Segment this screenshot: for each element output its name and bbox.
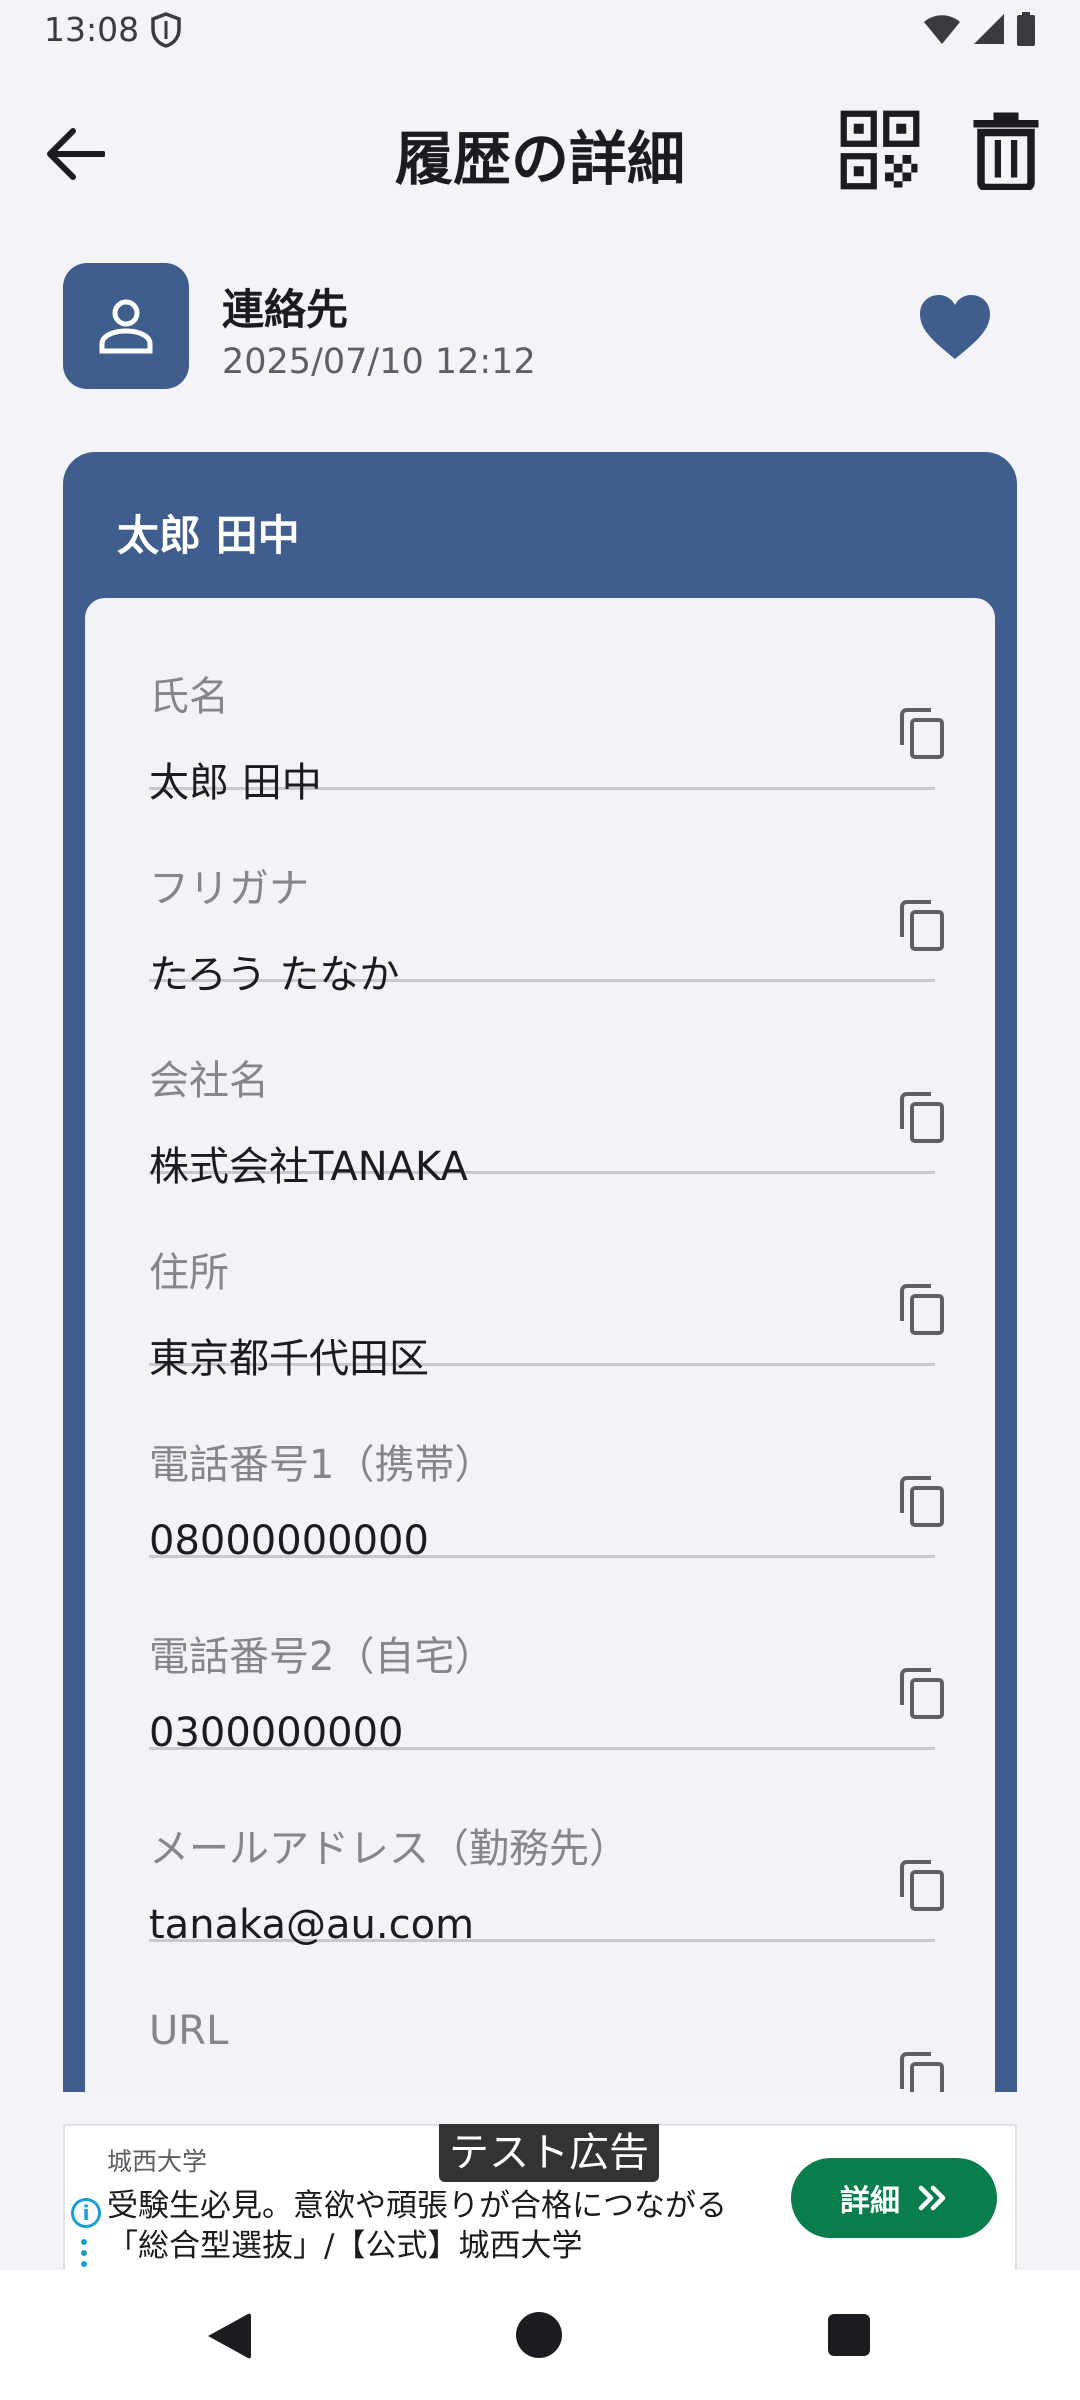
field-name: 氏名 太郎 田中 xyxy=(149,598,935,806)
field-list: 氏名 太郎 田中 フリガナ たろう たなか 会社名 株式会社TANAKA 住所 … xyxy=(85,598,995,2092)
person-icon xyxy=(99,299,153,354)
field-email-work: メールアドレス（勤務先） tanaka@au.com xyxy=(149,1750,935,1948)
qr-code-icon xyxy=(840,110,920,190)
nav-recents-icon[interactable] xyxy=(828,2314,870,2356)
field-label: URL xyxy=(149,2008,229,2054)
copy-button-phone-home[interactable] xyxy=(883,1654,963,1734)
copy-icon xyxy=(900,1092,944,1143)
wifi-icon xyxy=(924,15,960,44)
card-title: 太郎 田中 xyxy=(117,511,300,560)
field-phone-mobile: 電話番号1（携帯） 08000000000 xyxy=(149,1366,935,1564)
qr-code-button[interactable] xyxy=(840,110,920,190)
status-time: 13:08 xyxy=(44,10,140,49)
ad-banner[interactable]: テスト広告 城西大学 受験生必見。意欲や頑張りが合格につながる 「総合型選抜」/… xyxy=(63,2124,1017,2272)
field-label: 会社名 xyxy=(149,1058,269,1104)
shield-icon xyxy=(151,12,181,48)
test-ad-badge: テスト広告 xyxy=(439,2124,659,2182)
more-vert-icon[interactable] xyxy=(81,2238,87,2268)
history-type-label: 連絡先 xyxy=(222,285,349,334)
trash-icon xyxy=(973,112,1039,192)
app-bar: 履歴の詳細 xyxy=(0,90,1080,210)
ad-advertiser: 城西大学 xyxy=(107,2147,208,2176)
field-furigana: フリガナ たろう たなか xyxy=(149,790,935,998)
copy-icon xyxy=(900,900,944,951)
copy-button-name[interactable] xyxy=(883,694,963,774)
ad-info-icon[interactable]: i xyxy=(71,2198,101,2228)
field-label: メールアドレス（勤務先） xyxy=(149,1826,629,1872)
heart-icon xyxy=(920,295,990,359)
ad-description: 「総合型選抜」/【公式】城西大学 xyxy=(107,2228,583,2264)
field-label: 電話番号2（自宅） xyxy=(149,1634,495,1680)
ad-headline: 受験生必見。意欲や頑張りが合格につながる xyxy=(107,2188,727,2224)
favorite-button[interactable] xyxy=(910,282,1000,372)
field-label: 電話番号1（携帯） xyxy=(149,1442,495,1488)
copy-button-phone-mobile[interactable] xyxy=(883,1462,963,1542)
contact-detail-card: 太郎 田中 氏名 太郎 田中 フリガナ たろう たなか 会社名 株式会社TANA… xyxy=(63,452,1017,2092)
contact-type-avatar xyxy=(63,263,189,389)
copy-icon xyxy=(900,708,944,759)
copy-button-company[interactable] xyxy=(883,1078,963,1158)
field-label: 氏名 xyxy=(149,674,229,720)
copy-button-url[interactable] xyxy=(883,2038,963,2092)
status-icons xyxy=(922,12,1036,46)
copy-button-furigana[interactable] xyxy=(883,886,963,966)
back-button[interactable] xyxy=(30,114,120,194)
field-phone-home: 電話番号2（自宅） 0300000000 xyxy=(149,1558,935,1756)
arrow-back-icon xyxy=(47,128,105,180)
field-company: 会社名 株式会社TANAKA xyxy=(149,982,935,1190)
field-label: フリガナ xyxy=(149,866,309,912)
ad-cta-label: 詳細 xyxy=(840,2184,900,2219)
status-bar: 13:08 xyxy=(0,0,1080,64)
copy-icon xyxy=(900,1668,944,1719)
copy-icon xyxy=(900,2052,944,2092)
double-chevron-right-icon xyxy=(918,2185,946,2211)
nav-back-icon[interactable] xyxy=(204,2310,254,2362)
history-date: 2025/07/10 12:12 xyxy=(222,342,536,382)
battery-icon xyxy=(1017,12,1035,46)
system-nav-bar xyxy=(0,2270,1080,2400)
copy-icon xyxy=(900,1860,944,1911)
copy-icon xyxy=(900,1284,944,1335)
copy-button-email-work[interactable] xyxy=(883,1846,963,1926)
field-url: URL xyxy=(149,1942,935,2092)
field-label: 住所 xyxy=(149,1250,229,1296)
nav-home-icon[interactable] xyxy=(516,2312,562,2358)
delete-button[interactable] xyxy=(966,110,1046,192)
copy-button-address[interactable] xyxy=(883,1270,963,1350)
copy-icon xyxy=(900,1476,944,1527)
ad-cta-button[interactable]: 詳細 xyxy=(791,2158,997,2238)
field-address: 住所 東京都千代田区 xyxy=(149,1174,935,1382)
signal-icon xyxy=(974,14,1004,44)
